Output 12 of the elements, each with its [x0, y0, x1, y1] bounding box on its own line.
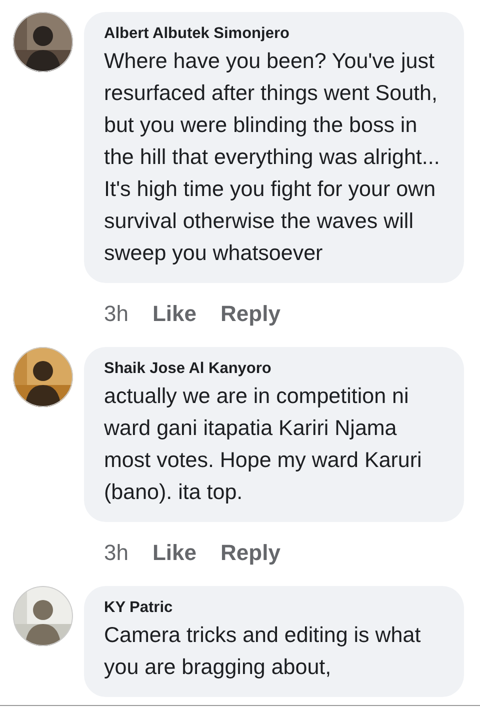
like-button[interactable]: Like: [152, 301, 197, 327]
reply-button[interactable]: Reply: [220, 301, 280, 327]
author-name[interactable]: Shaik Jose Al Kanyoro: [104, 360, 444, 378]
author-name[interactable]: KY Patric: [104, 599, 444, 617]
time-ago: 3h: [104, 540, 128, 566]
comment-text: Where have you been? You've just resurfaced after things went South, but you were blinding the boss in the hill that everything was alright... It's high time you fight for your own survival otherwise the waves will sweep you whatsoever: [104, 48, 441, 267]
like-button[interactable]: Like: [152, 540, 197, 566]
reply-button[interactable]: Reply: [220, 540, 280, 566]
comment-text: actually we are in competition ni ward gani itapatia Kariri Njama most votes. Hope my ward Karuri (bano). ita top.: [104, 383, 423, 506]
time-ago: 3h: [104, 301, 128, 327]
comment-text: Camera tricks and editing is what you are bragging about,: [104, 622, 422, 681]
author-name[interactable]: Albert Albutek Simonjero: [104, 25, 444, 43]
